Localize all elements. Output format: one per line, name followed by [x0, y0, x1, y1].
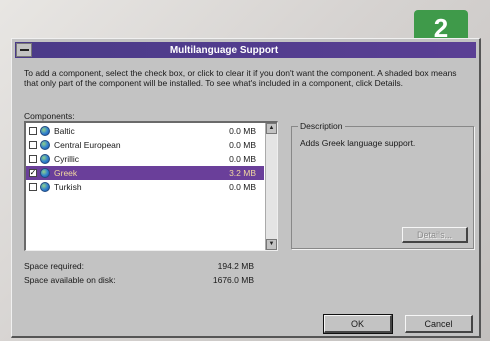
vertical-scrollbar[interactable]: ▲ ▼ — [265, 123, 277, 250]
components-label: Components: — [24, 111, 75, 121]
globe-icon — [40, 140, 50, 150]
space-available-row: Space available on disk: 1676.0 MB — [24, 275, 274, 285]
cancel-button[interactable]: Cancel — [405, 315, 473, 333]
component-name: Cyrillic — [54, 154, 80, 164]
system-menu-icon[interactable] — [16, 43, 32, 57]
description-label: Description — [298, 121, 345, 131]
scroll-up-arrow-icon[interactable]: ▲ — [266, 123, 277, 134]
ok-button[interactable]: OK — [323, 314, 393, 334]
checkbox[interactable] — [29, 141, 37, 149]
checkbox-checked[interactable]: ✓ — [29, 169, 37, 177]
globe-icon — [40, 154, 50, 164]
space-required-label: Space required: — [24, 261, 85, 271]
component-size: 0.0 MB — [229, 140, 256, 150]
list-item-turkish[interactable]: Turkish 0.0 MB — [26, 180, 264, 194]
space-required-value: 194.2 MB — [217, 261, 254, 271]
component-name: Baltic — [54, 126, 75, 136]
title-bar: Multilanguage Support — [15, 42, 476, 58]
component-size: 0.0 MB — [229, 154, 256, 164]
component-name: Turkish — [54, 182, 82, 192]
component-size: 3.2 MB — [229, 168, 256, 178]
instructions-text: To add a component, select the check box… — [24, 68, 457, 88]
components-list[interactable]: Baltic 0.0 MB Central European 0.0 MB Cy… — [24, 121, 278, 251]
component-size: 0.0 MB — [229, 126, 256, 136]
list-item-central-european[interactable]: Central European 0.0 MB — [26, 138, 264, 152]
checkbox[interactable] — [29, 127, 37, 135]
multilanguage-support-dialog: Multilanguage Support To add a component… — [11, 38, 481, 338]
globe-icon — [40, 182, 50, 192]
list-item-cyrillic[interactable]: Cyrillic 0.0 MB — [26, 152, 264, 166]
dialog-title: Multilanguage Support — [169, 44, 279, 56]
details-button[interactable]: Details... — [402, 227, 468, 243]
checkbox[interactable] — [29, 183, 37, 191]
space-required-row: Space required: 194.2 MB — [24, 261, 274, 271]
component-name: Central European — [54, 140, 121, 150]
component-size: 0.0 MB — [229, 182, 256, 192]
space-available-value: 1676.0 MB — [212, 275, 254, 285]
description-text: Adds Greek language support. — [300, 138, 416, 148]
globe-icon — [40, 126, 50, 136]
checkbox[interactable] — [29, 155, 37, 163]
scroll-down-arrow-icon[interactable]: ▼ — [266, 239, 277, 250]
space-available-label: Space available on disk: — [24, 275, 116, 285]
list-item-baltic[interactable]: Baltic 0.0 MB — [26, 124, 264, 138]
component-name: Greek — [54, 168, 78, 178]
globe-icon — [40, 168, 50, 178]
description-group: Description Adds Greek language support.… — [291, 121, 474, 249]
list-item-greek[interactable]: ✓ Greek 3.2 MB — [26, 166, 264, 180]
